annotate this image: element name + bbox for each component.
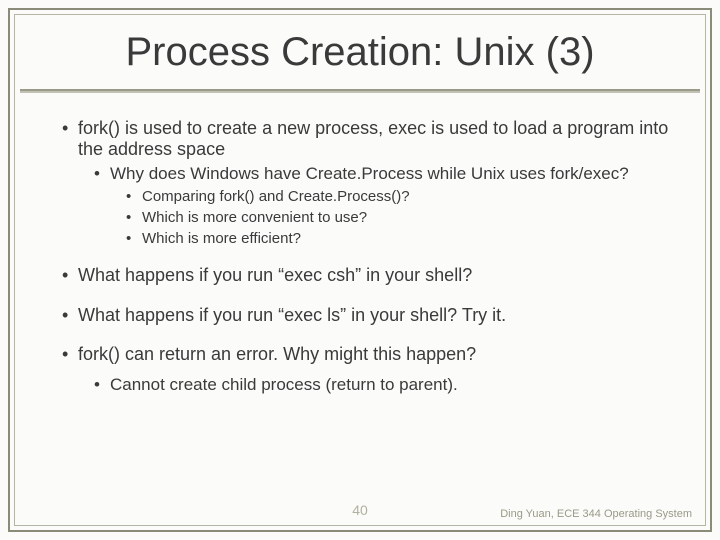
bullet-l3: Which is more convenient to use? — [48, 209, 680, 227]
footer-credit: Ding Yuan, ECE 344 Operating System — [500, 508, 692, 520]
title-underline — [20, 89, 700, 93]
bullet-l1: What happens if you run “exec csh” in yo… — [48, 265, 680, 286]
content-area: fork() is used to create a new process, … — [48, 118, 680, 398]
bullet-l3: Comparing fork() and Create.Process()? — [48, 188, 680, 206]
bullet-l1: What happens if you run “exec ls” in you… — [48, 305, 680, 326]
bullet-l1: fork() is used to create a new process, … — [48, 118, 680, 160]
slide: Process Creation: Unix (3) fork() is use… — [0, 0, 720, 540]
bullet-l3: Which is more efficient? — [48, 230, 680, 248]
bullet-l2: Why does Windows have Create.Process whi… — [48, 164, 680, 184]
bullet-l1: fork() can return an error. Why might th… — [48, 344, 680, 365]
title-area: Process Creation: Unix (3) — [60, 20, 660, 93]
bullet-l2: Cannot create child process (return to p… — [48, 375, 680, 395]
slide-title: Process Creation: Unix (3) — [60, 20, 660, 89]
